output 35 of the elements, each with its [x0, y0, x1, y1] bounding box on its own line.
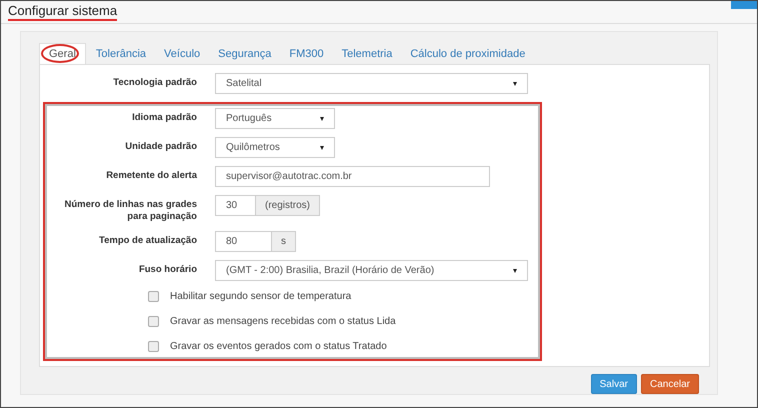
input-field[interactable]: 80 — [215, 231, 272, 252]
caret-icon — [513, 268, 517, 272]
dropdown[interactable]: Quilômetros — [215, 137, 335, 158]
dropdown[interactable]: (GMT - 2:00) Brasilia, Brazil (Horário de Verão) — [215, 260, 528, 281]
unit-addon: s — [272, 231, 296, 252]
field-label: Unidade padrão — [124, 140, 197, 153]
window-title: Configurar sistema — [8, 3, 118, 21]
tab[interactable]: Tolerância — [86, 43, 156, 64]
tab[interactable]: FM300 — [280, 43, 333, 64]
field-label: Número de linhas nas grades para paginação — [63, 198, 197, 223]
input-field[interactable]: 30 — [215, 195, 256, 216]
field-label: Tempo de atualização — [98, 234, 197, 247]
checkbox-label: Gravar os eventos gerados com o status Tratado — [170, 340, 387, 352]
checkbox-label: Gravar as mensagens recebidas com o status Lida — [170, 316, 396, 326]
unit-addon: (registros) — [256, 195, 320, 216]
tab[interactable]: Telemetria — [332, 43, 402, 64]
caret-icon — [320, 116, 324, 120]
checkbox-label: Habilitar segundo sensor de temperatura — [170, 290, 352, 302]
field-label: Remetente do alerta — [105, 169, 197, 182]
input-field[interactable]: supervisor@autotrac.com.br — [215, 166, 490, 187]
cancel-button[interactable]: Cancelar — [640, 374, 699, 394]
tab[interactable]: Segurança — [209, 43, 280, 64]
tab[interactable]: Geral — [39, 43, 86, 64]
dropdown[interactable]: Satelital — [215, 73, 528, 94]
field-label: Idioma padrão — [131, 111, 197, 124]
field-label: Fuso horário — [138, 263, 197, 276]
tab[interactable]: Veículo — [155, 43, 210, 64]
checkbox[interactable] — [148, 290, 159, 302]
caret-icon — [513, 82, 517, 86]
tab[interactable]: Cálculo de proximidade — [401, 43, 534, 64]
checkbox[interactable] — [148, 340, 159, 352]
dropdown[interactable]: Português — [215, 108, 335, 129]
caret-icon — [320, 146, 324, 150]
checkbox[interactable] — [148, 316, 159, 326]
field-label: Tecnologia padrão — [112, 76, 197, 89]
